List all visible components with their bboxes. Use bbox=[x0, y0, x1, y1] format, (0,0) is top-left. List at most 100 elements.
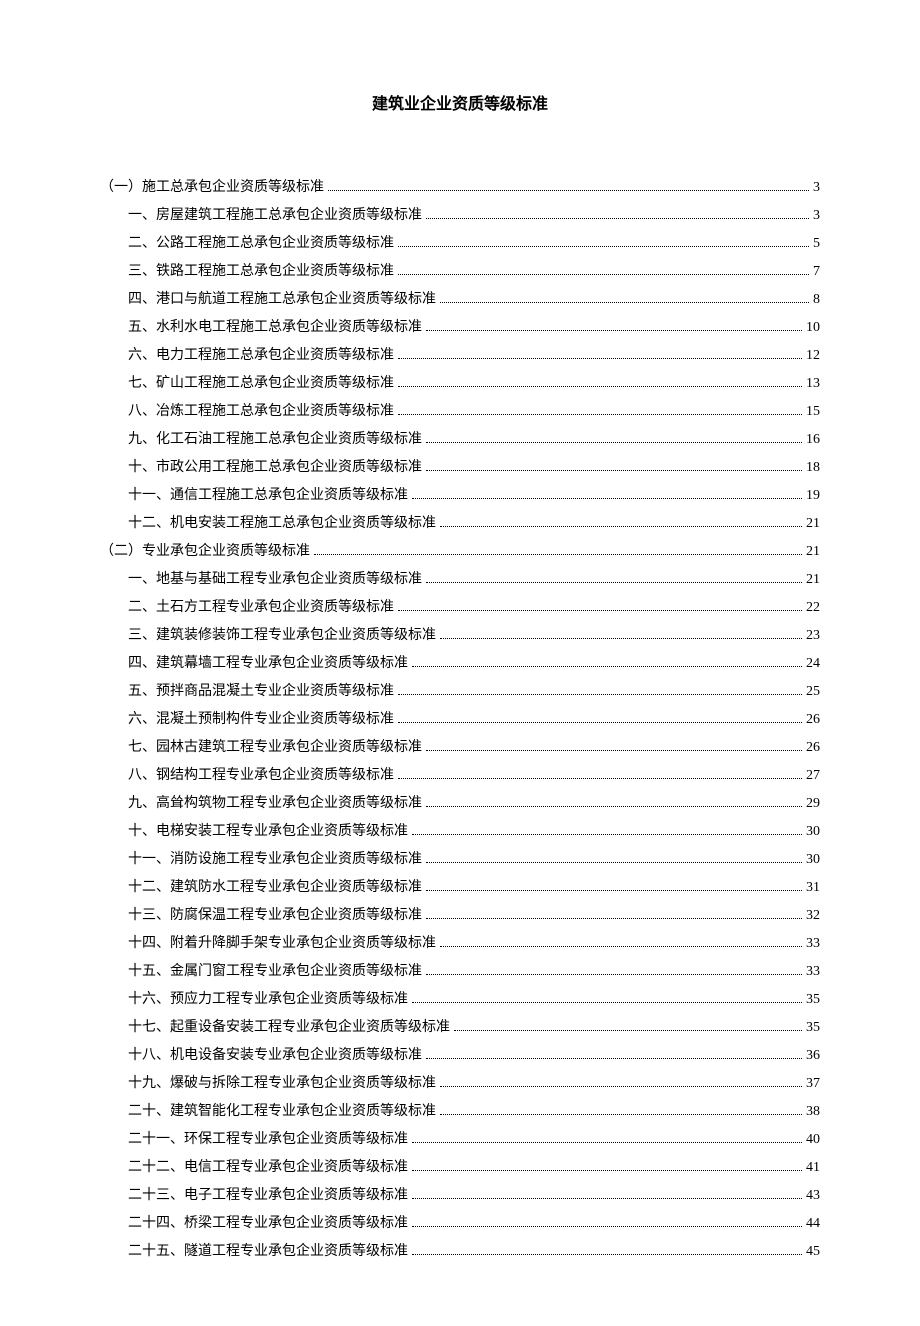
toc-leader-dots bbox=[412, 488, 802, 499]
toc-leader-dots bbox=[328, 180, 809, 191]
toc-leader-dots bbox=[412, 1160, 802, 1171]
toc-leader-dots bbox=[440, 292, 809, 303]
toc-leader-dots bbox=[398, 768, 802, 779]
toc-entry: 三、建筑装修装饰工程专业承包企业资质等级标准 23 bbox=[100, 622, 820, 650]
toc-entry: 九、化工石油工程施工总承包企业资质等级标准 16 bbox=[100, 426, 820, 454]
toc-page-number: 32 bbox=[806, 902, 820, 930]
toc-label: 十五、金属门窗工程专业承包企业资质等级标准 bbox=[128, 958, 422, 986]
toc-page-number: 23 bbox=[806, 622, 820, 650]
toc-page-number: 45 bbox=[806, 1238, 820, 1266]
toc-label: （一）施工总承包企业资质等级标准 bbox=[100, 174, 324, 202]
toc-leader-dots bbox=[426, 880, 802, 891]
toc-entry: 十四、附着升降脚手架专业承包企业资质等级标准 33 bbox=[100, 930, 820, 958]
toc-page-number: 37 bbox=[806, 1070, 820, 1098]
toc-page-number: 21 bbox=[806, 538, 820, 566]
toc-leader-dots bbox=[412, 1216, 802, 1227]
toc-label: 十三、防腐保温工程专业承包企业资质等级标准 bbox=[128, 902, 422, 930]
toc-page-number: 21 bbox=[806, 566, 820, 594]
toc-label: 三、建筑装修装饰工程专业承包企业资质等级标准 bbox=[128, 622, 436, 650]
toc-leader-dots bbox=[440, 1104, 802, 1115]
toc-entry: 十八、机电设备安装专业承包企业资质等级标准 36 bbox=[100, 1042, 820, 1070]
toc-entry: 一、地基与基础工程专业承包企业资质等级标准 21 bbox=[100, 566, 820, 594]
toc-page-number: 3 bbox=[813, 174, 820, 202]
toc-label: 十八、机电设备安装专业承包企业资质等级标准 bbox=[128, 1042, 422, 1070]
toc-entry: 七、矿山工程施工总承包企业资质等级标准13 bbox=[100, 370, 820, 398]
toc-label: 八、钢结构工程专业承包企业资质等级标准 bbox=[128, 762, 394, 790]
toc-page-number: 35 bbox=[806, 1014, 820, 1042]
toc-label: 十七、起重设备安装工程专业承包企业资质等级标准 bbox=[128, 1014, 450, 1042]
toc-leader-dots bbox=[440, 936, 802, 947]
toc-entry: 五、预拌商品混凝土专业企业资质等级标准25 bbox=[100, 678, 820, 706]
toc-leader-dots bbox=[412, 1188, 802, 1199]
toc-entry: 三、铁路工程施工总承包企业资质等级标准 7 bbox=[100, 258, 820, 286]
toc-entry: 一、房屋建筑工程施工总承包企业资质等级标准3 bbox=[100, 202, 820, 230]
toc-page-number: 18 bbox=[806, 454, 820, 482]
toc-entry: 十七、起重设备安装工程专业承包企业资质等级标准 35 bbox=[100, 1014, 820, 1042]
toc-leader-dots bbox=[412, 656, 802, 667]
toc-entry: 五、水利水电工程施工总承包企业资质等级标准 10 bbox=[100, 314, 820, 342]
toc-entry: 二十二、电信工程专业承包企业资质等级标准41 bbox=[100, 1154, 820, 1182]
toc-label: 二十四、桥梁工程专业承包企业资质等级标准 bbox=[128, 1210, 408, 1238]
toc-label: 十一、通信工程施工总承包企业资质等级标准 bbox=[128, 482, 408, 510]
toc-label: 十、市政公用工程施工总承包企业资质等级标准 bbox=[128, 454, 422, 482]
toc-label: 十一、消防设施工程专业承包企业资质等级标准 bbox=[128, 846, 422, 874]
toc-page-number: 10 bbox=[806, 314, 820, 342]
toc-label: 四、港口与航道工程施工总承包企业资质等级标准 bbox=[128, 286, 436, 314]
toc-label: 二、土石方工程专业承包企业资质等级标准 bbox=[128, 594, 394, 622]
toc-page-number: 36 bbox=[806, 1042, 820, 1070]
toc-page-number: 19 bbox=[806, 482, 820, 510]
toc-entry: 六、电力工程施工总承包企业资质等级标准 12 bbox=[100, 342, 820, 370]
toc-entry: （二）专业承包企业资质等级标准21 bbox=[100, 538, 820, 566]
toc-label: 一、地基与基础工程专业承包企业资质等级标准 bbox=[128, 566, 422, 594]
toc-page-number: 7 bbox=[813, 258, 820, 286]
toc-entry: 二十三、电子工程专业承包企业资质等级标准43 bbox=[100, 1182, 820, 1210]
toc-page-number: 12 bbox=[806, 342, 820, 370]
document-page: 建筑业企业资质等级标准 （一）施工总承包企业资质等级标准3一、房屋建筑工程施工总… bbox=[0, 0, 920, 1326]
toc-entry: 十、市政公用工程施工总承包企业资质等级标准 18 bbox=[100, 454, 820, 482]
page-title: 建筑业企业资质等级标准 bbox=[100, 90, 820, 114]
toc-page-number: 43 bbox=[806, 1182, 820, 1210]
toc-leader-dots bbox=[398, 376, 802, 387]
toc-label: 十六、预应力工程专业承包企业资质等级标准 bbox=[128, 986, 408, 1014]
toc-entry: 十三、防腐保温工程专业承包企业资质等级标准 32 bbox=[100, 902, 820, 930]
toc-page-number: 44 bbox=[806, 1210, 820, 1238]
toc-entry: 二十五、隧道工程专业承包企业资质等级标准45 bbox=[100, 1238, 820, 1266]
toc-page-number: 25 bbox=[806, 678, 820, 706]
toc-leader-dots bbox=[440, 1076, 802, 1087]
toc-leader-dots bbox=[454, 1020, 802, 1031]
toc-page-number: 35 bbox=[806, 986, 820, 1014]
toc-page-number: 16 bbox=[806, 426, 820, 454]
toc-entry: 二十、建筑智能化工程专业承包企业资质等级标准38 bbox=[100, 1098, 820, 1126]
toc-leader-dots bbox=[426, 796, 802, 807]
toc-label: 三、铁路工程施工总承包企业资质等级标准 bbox=[128, 258, 394, 286]
toc-entry: 十一、通信工程施工总承包企业资质等级标准 19 bbox=[100, 482, 820, 510]
toc-leader-dots bbox=[398, 404, 802, 415]
toc-label: 六、电力工程施工总承包企业资质等级标准 bbox=[128, 342, 394, 370]
toc-page-number: 33 bbox=[806, 930, 820, 958]
toc-leader-dots bbox=[398, 348, 802, 359]
toc-page-number: 21 bbox=[806, 510, 820, 538]
toc-leader-dots bbox=[398, 236, 809, 247]
toc-label: 十四、附着升降脚手架专业承包企业资质等级标准 bbox=[128, 930, 436, 958]
toc-leader-dots bbox=[398, 264, 809, 275]
toc-entry: 十五、金属门窗工程专业承包企业资质等级标准33 bbox=[100, 958, 820, 986]
toc-entry: 四、建筑幕墙工程专业承包企业资质等级标准24 bbox=[100, 650, 820, 678]
toc-page-number: 40 bbox=[806, 1126, 820, 1154]
toc-page-number: 31 bbox=[806, 874, 820, 902]
toc-entry: 四、港口与航道工程施工总承包企业资质等级标准 8 bbox=[100, 286, 820, 314]
toc-leader-dots bbox=[426, 852, 802, 863]
toc-label: 八、冶炼工程施工总承包企业资质等级标准 bbox=[128, 398, 394, 426]
toc-page-number: 27 bbox=[806, 762, 820, 790]
toc-leader-dots bbox=[412, 1132, 802, 1143]
toc-leader-dots bbox=[440, 628, 802, 639]
toc-leader-dots bbox=[426, 964, 802, 975]
toc-leader-dots bbox=[426, 208, 809, 219]
toc-page-number: 30 bbox=[806, 818, 820, 846]
toc-label: 四、建筑幕墙工程专业承包企业资质等级标准 bbox=[128, 650, 408, 678]
toc-label: 一、房屋建筑工程施工总承包企业资质等级标准 bbox=[128, 202, 422, 230]
toc-page-number: 8 bbox=[813, 286, 820, 314]
toc-label: 五、水利水电工程施工总承包企业资质等级标准 bbox=[128, 314, 422, 342]
toc-label: 九、化工石油工程施工总承包企业资质等级标准 bbox=[128, 426, 422, 454]
toc-leader-dots bbox=[426, 572, 802, 583]
toc-leader-dots bbox=[426, 1048, 802, 1059]
